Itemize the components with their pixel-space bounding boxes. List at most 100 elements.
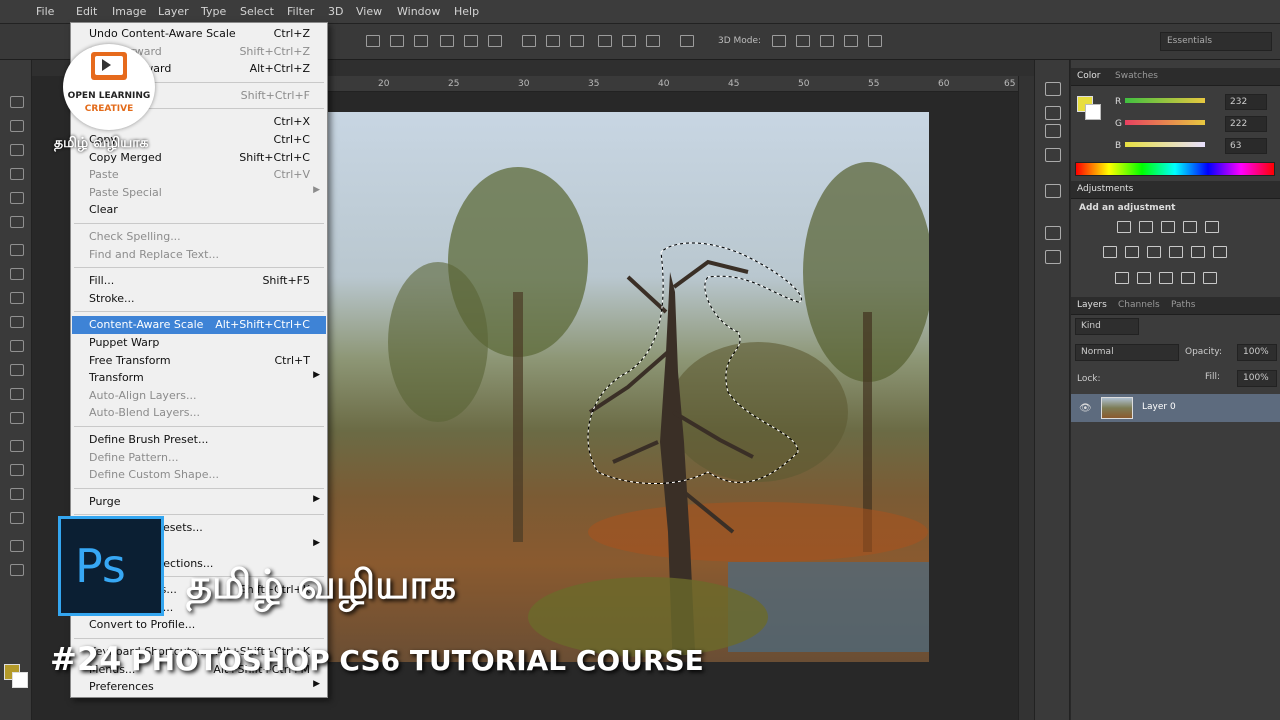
align-right-icon[interactable] [488, 35, 502, 47]
marquee-tool-icon[interactable] [10, 120, 24, 132]
color-slider-g[interactable]: G 222 [1111, 116, 1280, 136]
history-brush-tool-icon[interactable] [10, 316, 24, 328]
edit-menu-item[interactable]: Check Spelling... [72, 228, 326, 246]
properties-icon[interactable] [1045, 148, 1061, 162]
menu-edit[interactable]: Edit [76, 5, 97, 18]
type-tool-icon[interactable] [10, 464, 24, 476]
3d-roll-icon[interactable] [796, 35, 810, 47]
3d-panel-icon[interactable] [1045, 124, 1061, 138]
vibrance-icon[interactable] [1205, 221, 1219, 233]
hand-tool-icon[interactable] [10, 540, 24, 552]
align-hcenter-icon[interactable] [464, 35, 478, 47]
lasso-tool-icon[interactable] [10, 144, 24, 156]
align-left-icon[interactable] [440, 35, 454, 47]
zoom-tool-icon[interactable] [10, 564, 24, 576]
tab-channels[interactable]: Channels [1118, 300, 1160, 310]
distribute-top-icon[interactable] [522, 35, 536, 47]
menu-type[interactable]: Type [201, 5, 226, 18]
background-color-swatch[interactable] [12, 672, 28, 688]
align-top-icon[interactable] [366, 35, 380, 47]
clone-stamp-tool-icon[interactable] [10, 292, 24, 304]
edit-menu-item[interactable]: Define Pattern... [72, 449, 326, 467]
character-icon[interactable] [1045, 226, 1061, 240]
pen-tool-icon[interactable] [10, 440, 24, 452]
quick-select-tool-icon[interactable] [10, 168, 24, 180]
threshold-icon[interactable] [1159, 272, 1173, 284]
menu-layer[interactable]: Layer [158, 5, 189, 18]
menu-window[interactable]: Window [397, 5, 440, 18]
edit-menu-item[interactable]: Convert to Profile... [72, 616, 326, 634]
edit-menu-item[interactable]: Auto-Blend Layers... [72, 404, 326, 422]
distribute-bottom-icon[interactable] [570, 35, 584, 47]
color-slider-r[interactable]: R 232 [1111, 94, 1280, 114]
auto-align-icon[interactable] [680, 35, 694, 47]
edit-menu-item[interactable]: Free Transform Ctrl+T [72, 352, 326, 370]
edit-menu-item[interactable]: Auto-Align Layers... [72, 387, 326, 405]
blend-mode-select[interactable]: Normal [1075, 344, 1179, 361]
history-icon[interactable] [1045, 82, 1061, 96]
eraser-tool-icon[interactable] [10, 340, 24, 352]
curves-icon[interactable] [1161, 221, 1175, 233]
color-spectrum[interactable] [1075, 162, 1275, 176]
invert-icon[interactable] [1115, 272, 1129, 284]
layer-row[interactable]: 👁 Layer 0 [1071, 394, 1280, 422]
color-slider-b[interactable]: B 63 [1111, 138, 1280, 158]
posterize-icon[interactable] [1137, 272, 1151, 284]
menu-select[interactable]: Select [240, 5, 274, 18]
distribute-hcenter-icon[interactable] [622, 35, 636, 47]
vertical-scrollbar[interactable] [1018, 76, 1034, 720]
edit-menu-item[interactable]: Purge ▶ [72, 493, 326, 511]
dodge-tool-icon[interactable] [10, 412, 24, 424]
tab-swatches[interactable]: Swatches [1115, 71, 1158, 81]
edit-menu-item[interactable]: Transform ▶ [72, 369, 326, 387]
tab-paths[interactable]: Paths [1171, 300, 1195, 310]
edit-menu-item[interactable]: Paste Ctrl+V [72, 166, 326, 184]
opacity-field[interactable]: 100% [1237, 344, 1277, 361]
tab-adjustments[interactable]: Adjustments [1077, 184, 1133, 194]
edit-menu-item[interactable]: Fill... Shift+F5 [72, 272, 326, 290]
visibility-eye-icon[interactable]: 👁 [1079, 403, 1092, 414]
edit-menu-item[interactable]: Define Custom Shape... [72, 466, 326, 484]
align-bottom-icon[interactable] [414, 35, 428, 47]
color-balance-icon[interactable] [1125, 246, 1139, 258]
channel-value[interactable]: 63 [1225, 138, 1267, 154]
channel-value[interactable]: 222 [1225, 116, 1267, 132]
distribute-left-icon[interactable] [598, 35, 612, 47]
shape-tool-icon[interactable] [10, 512, 24, 524]
channel-value[interactable]: 232 [1225, 94, 1267, 110]
brightness-contrast-icon[interactable] [1117, 221, 1131, 233]
fill-field[interactable]: 100% [1237, 370, 1277, 387]
menu-file[interactable]: File [36, 5, 54, 18]
edit-menu-item[interactable]: Preferences ▶ [72, 678, 326, 696]
layer-filter-kind[interactable]: Kind [1075, 318, 1139, 335]
black-white-icon[interactable] [1147, 246, 1161, 258]
blur-tool-icon[interactable] [10, 388, 24, 400]
tab-color[interactable]: Color [1077, 71, 1101, 81]
brush-presets-icon[interactable] [1045, 184, 1061, 198]
edit-menu-item[interactable]: Stroke... [72, 290, 326, 308]
distribute-vcenter-icon[interactable] [546, 35, 560, 47]
align-vcenter-icon[interactable] [390, 35, 404, 47]
color-lookup-icon[interactable] [1213, 246, 1227, 258]
edit-menu-item[interactable]: Content-Aware Scale Alt+Shift+Ctrl+C [72, 316, 326, 335]
color-panel-background[interactable] [1085, 104, 1101, 120]
menu-view[interactable]: View [356, 5, 382, 18]
3d-rotate-icon[interactable] [772, 35, 786, 47]
edit-menu-item[interactable]: Paste Special ▶ [72, 184, 326, 202]
move-tool-icon[interactable] [10, 96, 24, 108]
edit-menu-item[interactable]: Define Brush Preset... [72, 431, 326, 449]
3d-slide-icon[interactable] [844, 35, 858, 47]
3d-pan-icon[interactable] [820, 35, 834, 47]
workspace-switcher[interactable]: Essentials [1160, 32, 1272, 51]
paragraph-icon[interactable] [1045, 250, 1061, 264]
channel-mixer-icon[interactable] [1191, 246, 1205, 258]
edit-menu-item[interactable]: Clear [72, 201, 326, 219]
edit-menu-item[interactable]: Undo Content-Aware Scale Ctrl+Z [72, 25, 326, 43]
hue-saturation-icon[interactable] [1103, 246, 1117, 258]
layer-name[interactable]: Layer 0 [1142, 402, 1176, 412]
path-select-tool-icon[interactable] [10, 488, 24, 500]
distribute-right-icon[interactable] [646, 35, 660, 47]
edit-menu-item[interactable]: Puppet Warp [72, 334, 326, 352]
3d-scale-icon[interactable] [868, 35, 882, 47]
levels-icon[interactable] [1139, 221, 1153, 233]
